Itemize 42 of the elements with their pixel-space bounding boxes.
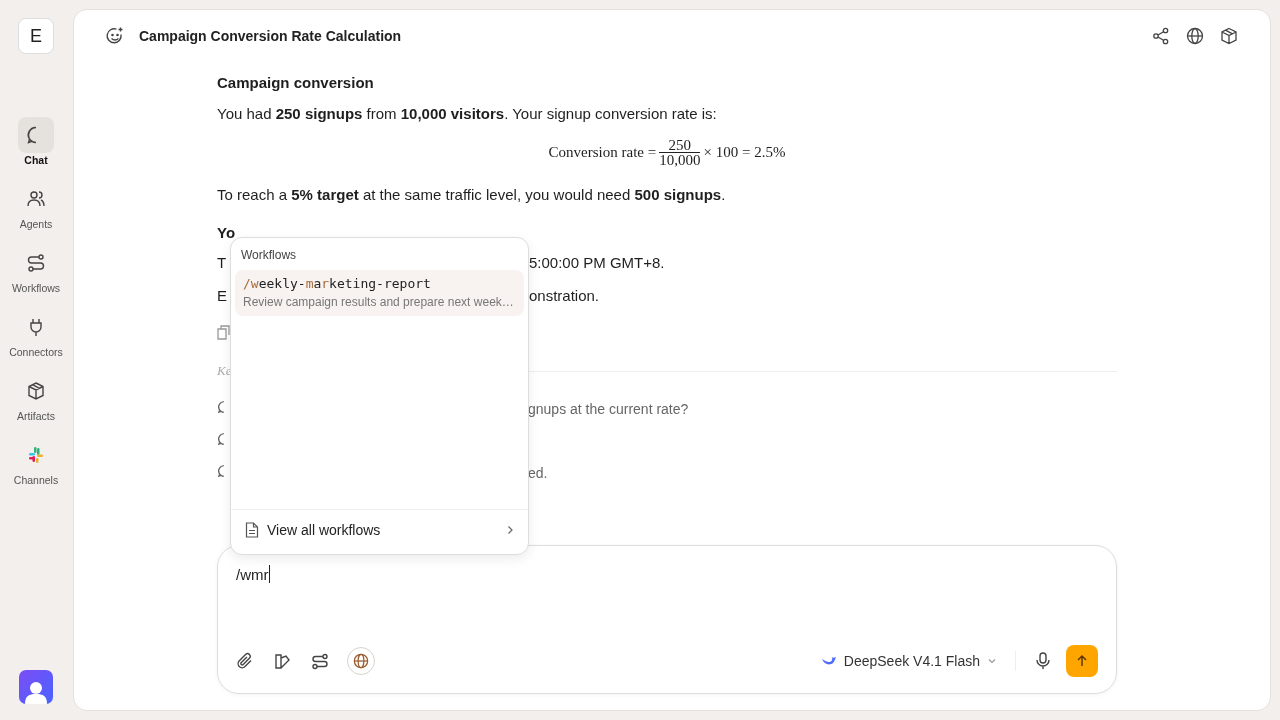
text-fragment: T — [217, 254, 227, 272]
arrow-up-icon — [1075, 654, 1089, 668]
message-input[interactable]: /wmr — [236, 565, 269, 583]
chat-title: Campaign Conversion Rate Calculation — [139, 27, 402, 44]
document-icon — [245, 522, 259, 538]
share-icon[interactable] — [1152, 26, 1170, 45]
nav-item-label[interactable]: Chat — [24, 154, 48, 168]
smiley-icon[interactable] — [105, 25, 125, 46]
text-cursor — [268, 565, 270, 583]
text-fragment: E — [217, 287, 227, 305]
paperclip-icon[interactable] — [236, 652, 254, 670]
text-fragment: 5:00:00 PM GMT+8. — [529, 254, 665, 272]
message-heading: Campaign conversion — [217, 74, 375, 92]
send-button[interactable] — [1066, 645, 1098, 677]
suggestion-text[interactable]: gnups at the current rate? — [528, 401, 1117, 417]
text-fragment: onstration. — [529, 287, 600, 305]
shapes-icon[interactable] — [274, 652, 291, 670]
chevron-right-icon — [506, 525, 514, 535]
message-paragraph: To reach a 5% target at the same traffic level, you would need 500 signups. — [217, 186, 727, 204]
microphone-icon[interactable] — [1036, 652, 1050, 670]
nav-item-label[interactable]: Connectors — [9, 346, 63, 360]
copy-icon[interactable] — [217, 325, 230, 340]
nav-item-label[interactable]: Agents — [19, 218, 53, 232]
nav-item-label[interactable]: Artifacts — [17, 410, 55, 424]
workspace-button[interactable]: E — [18, 18, 54, 54]
suggestion-text[interactable]: ed. — [528, 465, 1117, 481]
workflow-description: Review campaign results and prepare next week… — [243, 295, 515, 309]
user-avatar[interactable] — [19, 670, 53, 704]
cube-icon[interactable] — [1220, 26, 1238, 45]
nav-item-label[interactable]: Workflows — [11, 282, 61, 296]
globe-icon — [353, 653, 369, 669]
workflow-icon[interactable] — [311, 652, 329, 670]
nav-item-label[interactable]: Channels — [13, 474, 59, 488]
menu-title: Workflows — [240, 247, 298, 264]
model-selector[interactable]: DeepSeek V4.1 Flash — [820, 653, 997, 669]
chevron-down-icon — [987, 656, 997, 666]
heading-fragment: Yo — [217, 224, 236, 242]
web-search-toggle[interactable] — [347, 647, 375, 675]
message-paragraph: You had 250 signups from 10,000 visitors. Your signup conversion rate is: — [217, 105, 718, 123]
workflow-item[interactable]: /weekly-marketing-report Review campaign results and prepare next week… — [235, 270, 524, 316]
workflow-command: /weekly-marketing-report — [243, 276, 432, 291]
globe-icon[interactable] — [1186, 26, 1204, 45]
